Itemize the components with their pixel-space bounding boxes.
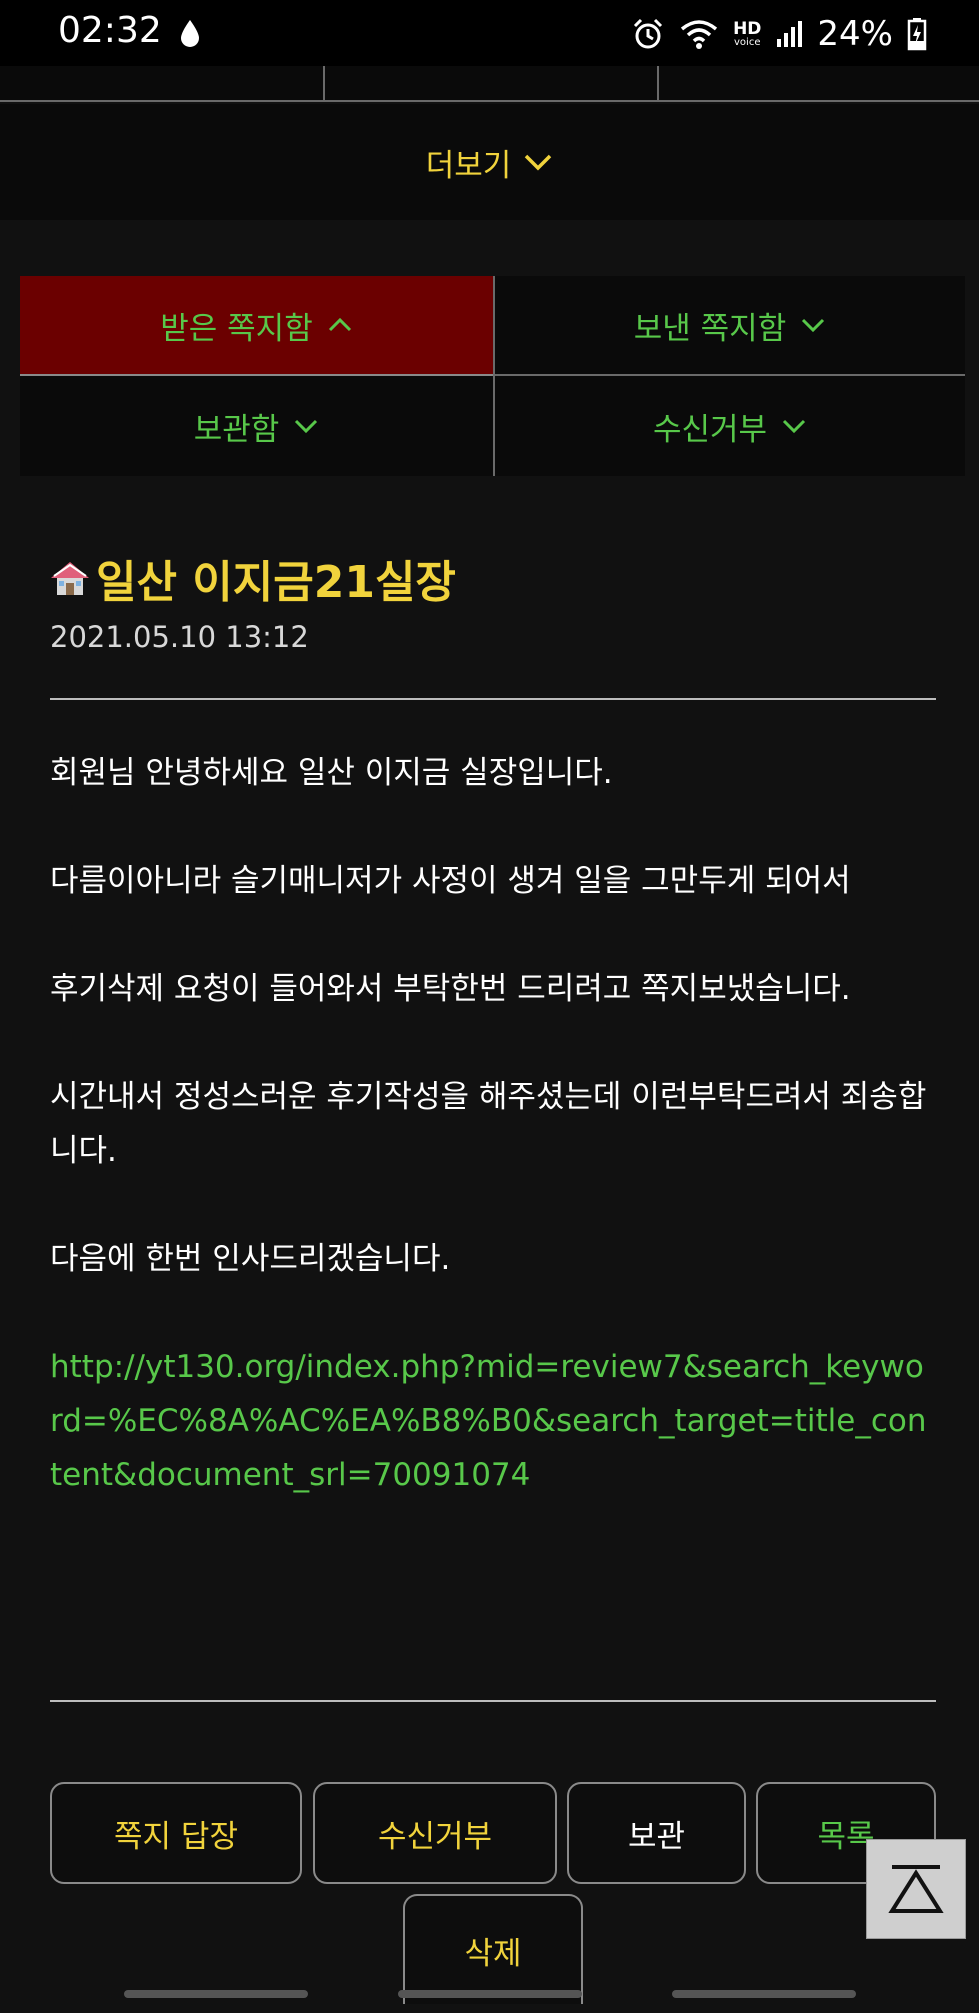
message-title-text: 일산 이지금21실장	[96, 557, 456, 608]
hd-voice-icon: HD voice	[733, 18, 762, 48]
status-icons: HD voice 24%	[631, 12, 927, 56]
delete-button[interactable]: 삭제	[403, 1894, 583, 2004]
message-paragraph: 시간내서 정성스러운 후기작성을 해주셨는데 이런부탁드려서 죄송합니다.	[50, 1079, 927, 1169]
chevron-down-icon	[525, 154, 552, 171]
wifi-icon	[680, 20, 718, 49]
keep-button[interactable]: 보관	[567, 1782, 746, 1884]
chevron-down-icon	[802, 318, 825, 333]
more-button[interactable]: 더보기	[0, 104, 979, 220]
message-paragraph: 후기삭제 요청이 들어와서 부탁한번 드리려고 쪽지보냈습니다.	[50, 971, 851, 1007]
signal-icon	[777, 21, 803, 47]
tab-sent[interactable]: 보낸 쪽지함	[493, 276, 965, 376]
message-body: 회원님 안녕하세요 일산 이지금 실장입니다. 다름이아니라 슬기매니저가 사정…	[50, 746, 936, 1502]
message-link[interactable]: http://yt130.org/index.php?mid=review7&s…	[50, 1340, 936, 1502]
scroll-to-top-button[interactable]	[866, 1839, 966, 1939]
message-title: 일산 이지금21실장	[48, 546, 456, 610]
battery-charging-icon	[907, 18, 927, 51]
reply-button[interactable]: 쪽지 답장	[50, 1782, 302, 1884]
top-menu-strip	[0, 66, 979, 102]
house-icon	[51, 562, 89, 595]
voice-label: voice	[734, 36, 761, 48]
water-drop-icon	[181, 20, 199, 47]
nav-hint-right	[672, 1990, 856, 1998]
tab-storage[interactable]: 보관함	[20, 376, 493, 476]
chevron-down-icon	[295, 419, 318, 434]
more-label: 더보기	[425, 147, 512, 184]
divider	[323, 66, 325, 102]
tab-label: 보관함	[193, 411, 280, 448]
tab-inbox[interactable]: 받은 쪽지함	[20, 276, 493, 376]
message-paragraph: 다음에 한번 인사드리겠습니다.	[50, 1241, 451, 1277]
divider	[50, 1700, 936, 1702]
nav-hint-left	[124, 1990, 308, 1998]
message-date: 2021.05.10 13:12	[50, 620, 309, 654]
battery-percent: 24%	[817, 14, 893, 54]
message-paragraph: 다름이아니라 슬기매니저가 사정이 생겨 일을 그만두게 되어서	[50, 863, 851, 899]
divider	[50, 698, 936, 700]
message-paragraph: 회원님 안녕하세요 일산 이지금 실장입니다.	[50, 755, 613, 791]
chevron-down-icon	[782, 419, 806, 434]
status-time: 02:32	[58, 10, 162, 51]
tab-label: 보낸 쪽지함	[633, 310, 787, 347]
chevron-up-icon	[328, 317, 351, 332]
nav-hint-center	[398, 1990, 582, 1998]
tab-label: 수신거부	[652, 411, 768, 448]
hd-label: HD	[733, 18, 762, 39]
tab-blocked[interactable]: 수신거부	[493, 376, 965, 476]
alarm-icon	[634, 18, 663, 49]
mailbox-tabs: 받은 쪽지함 보낸 쪽지함 보관함 수신거부	[20, 276, 965, 476]
scroll-top-icon	[888, 1865, 944, 1913]
divider	[657, 66, 659, 102]
tab-label: 받은 쪽지함	[160, 310, 313, 347]
block-button[interactable]: 수신거부	[313, 1782, 557, 1884]
status-bar: 02:32 HD voice 24%	[0, 0, 979, 66]
